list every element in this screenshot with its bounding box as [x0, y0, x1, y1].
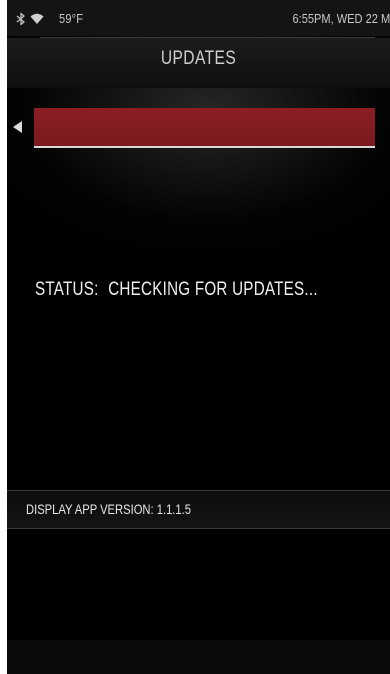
- app-version-text: DISPLAY APP VERSION: 1.1.1.5: [26, 501, 191, 517]
- bottom-bar: [7, 640, 390, 674]
- version-row: DISPLAY APP VERSION: 1.1.1.5: [7, 490, 390, 529]
- status-label: STATUS:: [35, 279, 99, 300]
- datetime-readout: 6:55PM, WED 22 MA: [292, 11, 390, 26]
- bluetooth-icon: [16, 12, 25, 26]
- temperature-readout: 59°F: [59, 11, 84, 26]
- header-divider: [40, 37, 375, 38]
- page-title: UPDATES: [160, 48, 237, 69]
- status-value: CHECKING FOR UPDATES...: [108, 279, 318, 300]
- update-progress-bar: [34, 108, 375, 148]
- back-arrow-icon[interactable]: [13, 121, 22, 133]
- status-bar: 59°F 6:55PM, WED 22 MA: [7, 0, 390, 36]
- wifi-icon: [30, 13, 44, 24]
- device-screen: 59°F 6:55PM, WED 22 MA UPDATES STATUS: CH…: [7, 0, 390, 674]
- status-line: STATUS: CHECKING FOR UPDATES...: [35, 279, 318, 301]
